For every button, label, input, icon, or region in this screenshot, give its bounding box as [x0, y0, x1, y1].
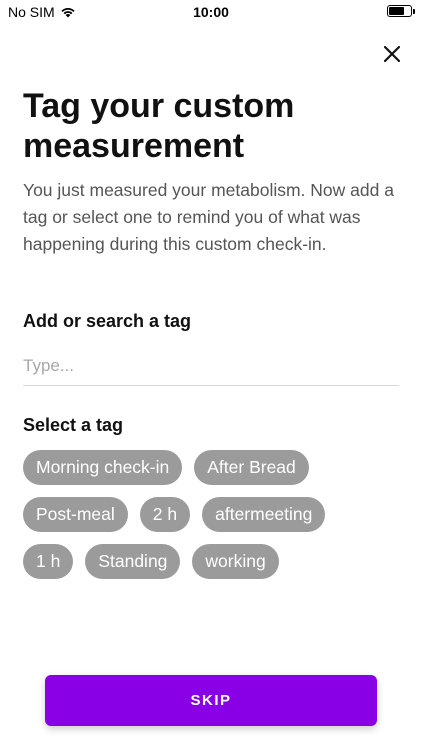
tag-chip[interactable]: 1 h [23, 544, 74, 579]
tag-chip[interactable]: aftermeeting [202, 497, 326, 532]
tag-chip[interactable]: Post-meal [23, 497, 128, 532]
close-button[interactable] [380, 42, 404, 66]
status-right [387, 5, 415, 17]
add-tag-label: Add or search a tag [23, 311, 192, 331]
battery-icon [387, 5, 415, 17]
tag-chip[interactable]: Morning check-in [23, 450, 183, 485]
tag-chip[interactable]: 2 h [139, 497, 191, 532]
tag-measurement-screen: No SIM 10:00 Tag your custom measurement… [0, 0, 422, 750]
page-description: You just measured your metabolism. Now a… [23, 180, 394, 254]
select-tag-label: Select a tag [23, 415, 124, 435]
tag-chip-row: Morning check-in After Bread [23, 450, 403, 485]
status-bar: No SIM 10:00 [0, 0, 422, 26]
tag-chip-row: Post-meal 2 h aftermeeting [23, 497, 403, 532]
skip-button[interactable]: SKIP [45, 675, 377, 726]
tag-chip[interactable]: working [192, 544, 279, 579]
close-icon [383, 45, 401, 63]
page-title: Tag your custom measurement [23, 87, 295, 165]
tag-chip[interactable]: Standing [85, 544, 181, 579]
tag-chip-row: 1 h Standing working [23, 544, 403, 579]
tag-chip-list: Morning check-in After Bread Post-meal 2… [23, 450, 403, 591]
tag-chip[interactable]: After Bread [194, 450, 309, 485]
status-time: 10:00 [193, 4, 229, 20]
battery-level-fill [389, 7, 404, 15]
tag-search-input[interactable] [23, 346, 399, 386]
